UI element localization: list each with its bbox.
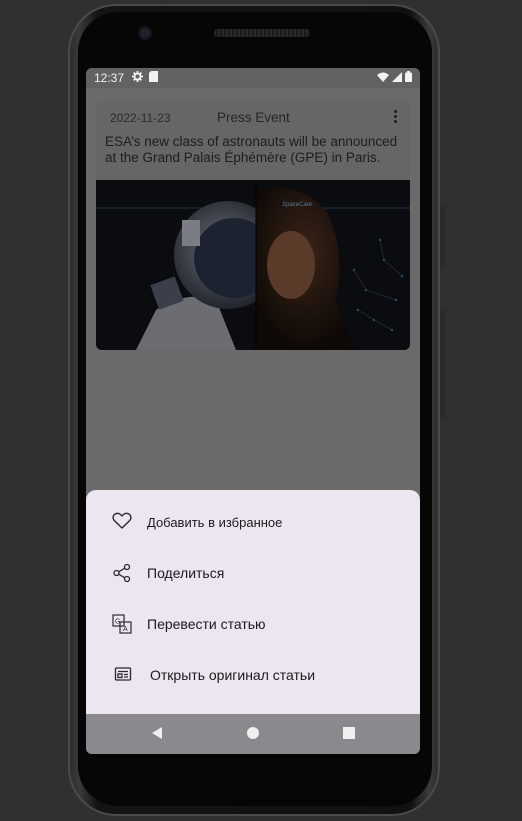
front-camera	[140, 28, 150, 38]
earpiece-speaker	[214, 29, 310, 37]
menu-item-label: Открыть оригинал статьи	[150, 667, 316, 683]
menu-item-translate[interactable]: GA Перевести статью	[86, 602, 420, 646]
back-triangle-icon	[152, 727, 162, 739]
menu-item-label: Поделиться	[147, 565, 225, 581]
menu-item-label: Добавить в избранное	[147, 514, 283, 530]
signal-icon	[392, 71, 402, 85]
menu-item-open-original[interactable]: Открыть оригинал статьи	[86, 653, 420, 697]
menu-item-add-favorite[interactable]: Добавить в избранное	[86, 500, 420, 544]
status-bar: 12:37	[86, 68, 420, 88]
astronaut-illustration: SpaceCare	[96, 180, 410, 350]
bottom-sheet: Добавить в избранное Поделиться GA Перев…	[86, 490, 420, 714]
card-date: 2022-11-23	[110, 111, 171, 125]
menu-item-share[interactable]: Поделиться	[86, 551, 420, 595]
wifi-icon	[377, 71, 389, 85]
power-button	[440, 206, 445, 270]
more-vert-icon[interactable]	[392, 110, 398, 124]
image-watermark: SpaceCare	[282, 202, 313, 208]
svg-text:A: A	[123, 626, 128, 633]
status-time: 12:37	[94, 71, 125, 85]
home-button[interactable]	[246, 726, 260, 745]
volume-button	[440, 310, 445, 418]
card-header: 2022-11-23 Press Event	[96, 102, 410, 126]
translate-icon: GA	[112, 614, 132, 634]
heart-icon	[112, 512, 132, 532]
newspaper-icon	[113, 666, 133, 686]
recents-square-icon	[343, 727, 355, 739]
recents-button[interactable]	[342, 726, 356, 745]
share-icon	[112, 563, 132, 583]
svg-text:G: G	[115, 619, 120, 626]
battery-icon	[405, 71, 412, 85]
card-image: SpaceCare	[96, 180, 410, 350]
sd-card-icon	[149, 71, 159, 85]
navigation-bar	[86, 714, 420, 754]
gear-icon	[132, 71, 144, 85]
card-category: Press Event	[217, 110, 290, 125]
menu-item-label: Перевести статью	[147, 616, 266, 632]
card-text: ESA’s new class of astronauts will be an…	[105, 134, 398, 168]
back-button[interactable]	[150, 726, 164, 745]
news-card[interactable]: 2022-11-23 Press Event ESA’s new class o…	[96, 102, 410, 350]
status-right-icons	[377, 71, 412, 85]
device-screen: 12:37 2022-11-23 Press Event ESA’s new c…	[86, 68, 420, 754]
home-circle-icon	[247, 727, 259, 739]
